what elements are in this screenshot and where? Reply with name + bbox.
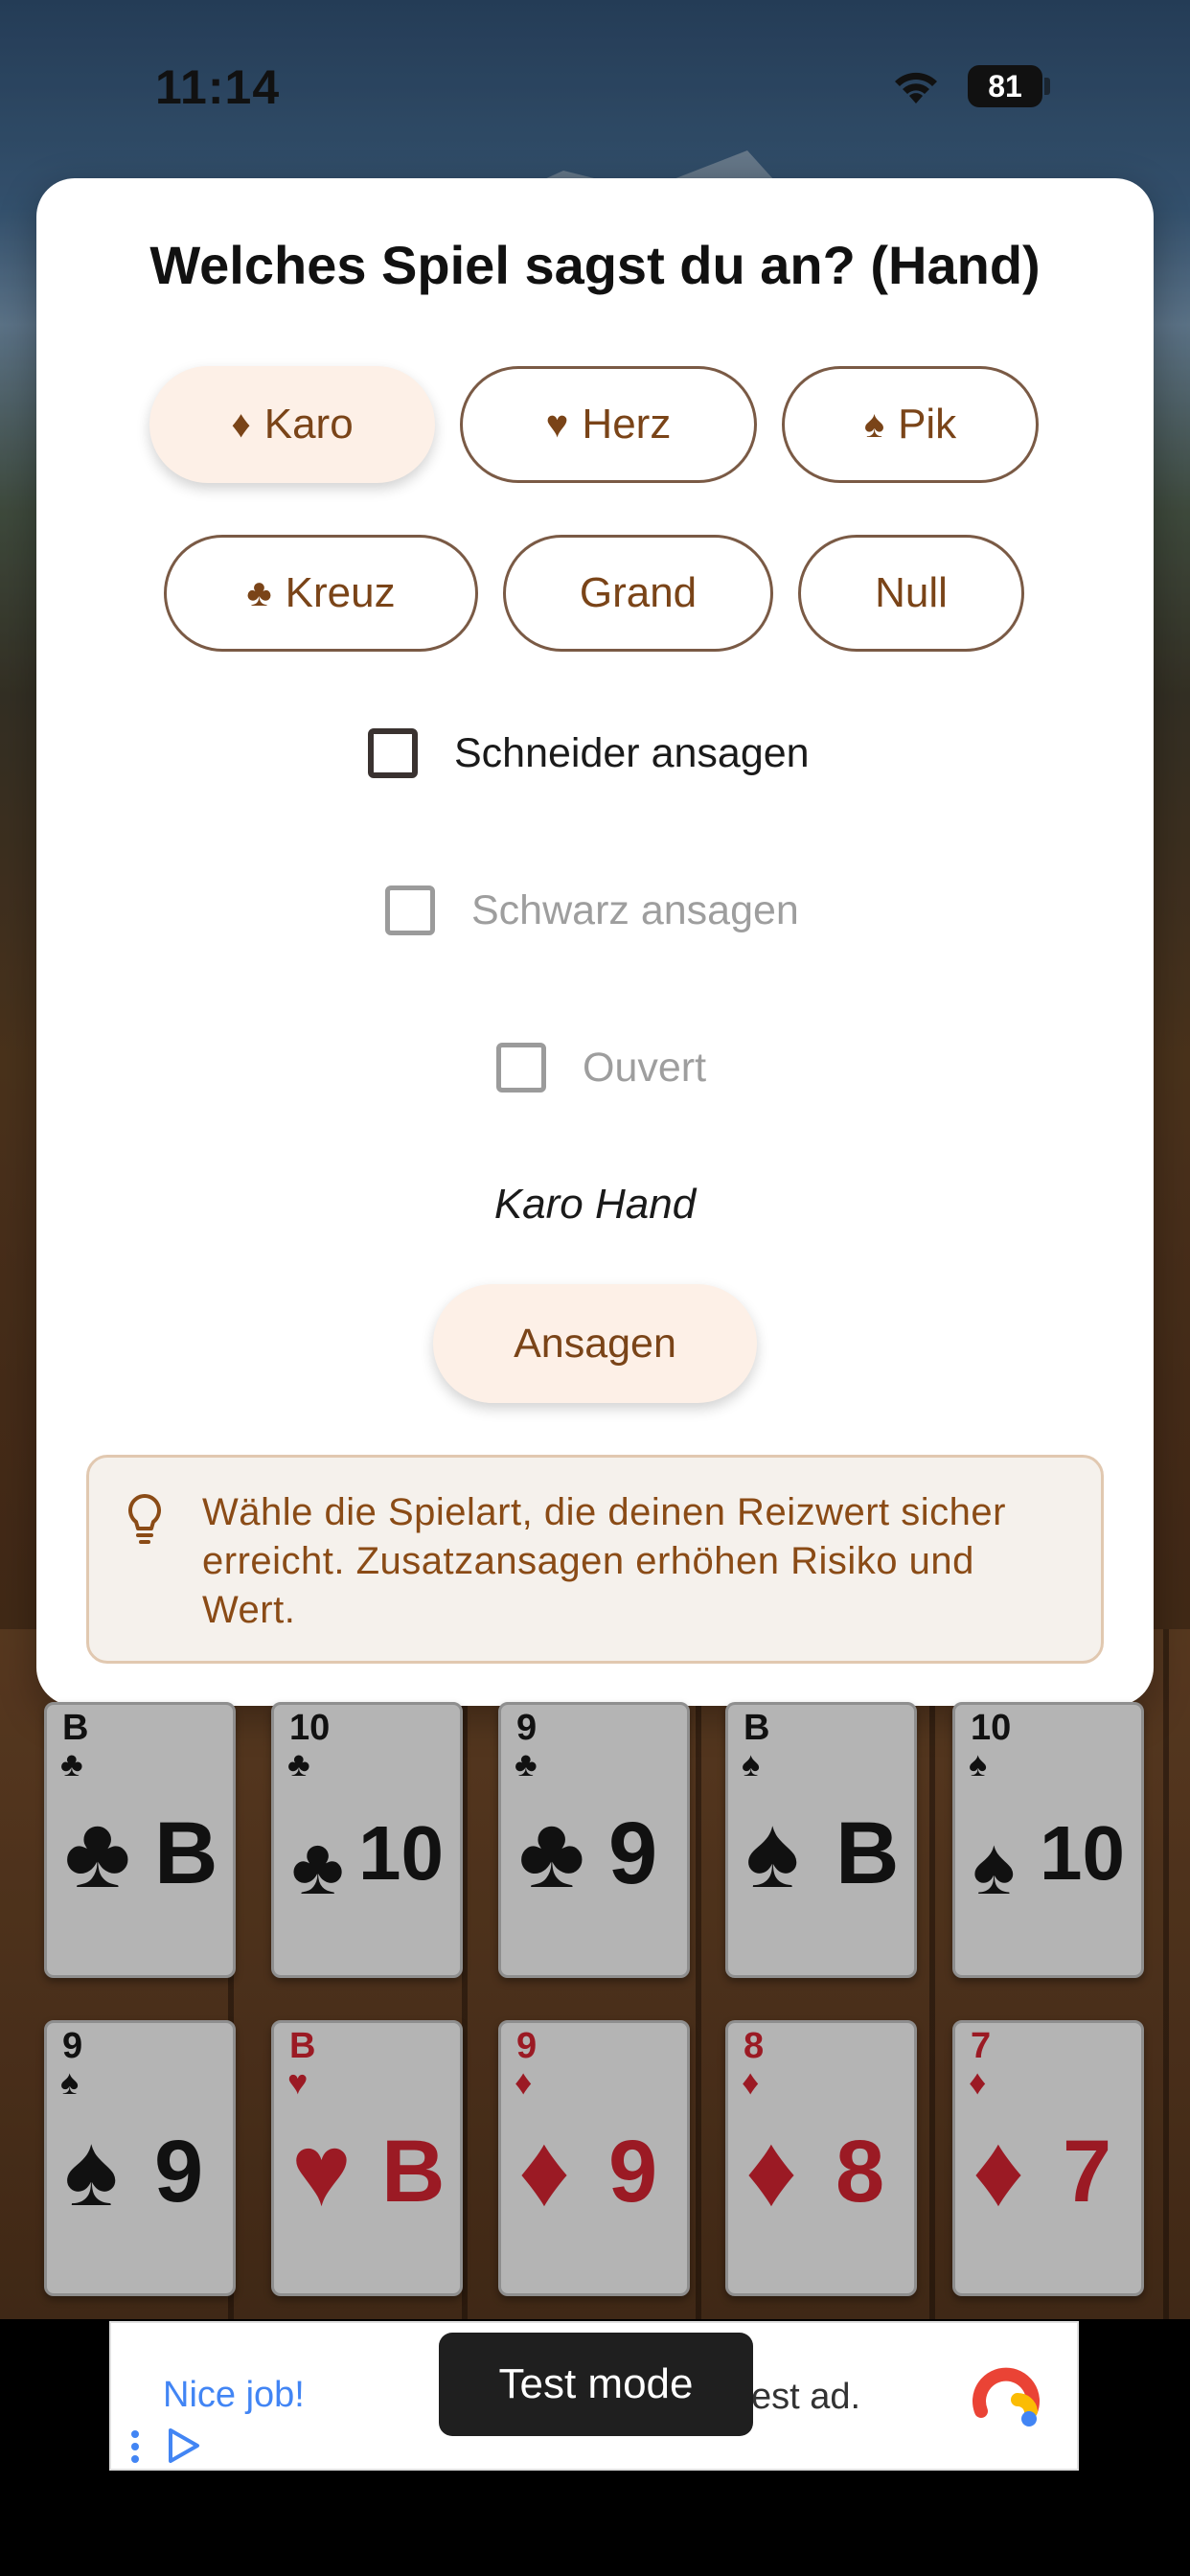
- game-announce-dialog: Welches Spiel sagst du an? (Hand) ♦ Karo…: [36, 178, 1154, 1706]
- heart-icon: ♥: [287, 2062, 309, 2102]
- card-rank: 8: [835, 2123, 885, 2220]
- card-rank: 9: [516, 1708, 538, 1748]
- spade-icon: ♠: [863, 402, 885, 446]
- hand-card[interactable]: 7 ♦ ♦ 7: [952, 2020, 1144, 2296]
- card-rank: B: [744, 1708, 770, 1748]
- hand-card[interactable]: B ♠ ♠ B: [725, 1702, 917, 1978]
- card-rank: 7: [1063, 2123, 1112, 2220]
- dialog-title: Welches Spiel sagst du an? (Hand): [149, 235, 1041, 295]
- spade-icon: ♠: [60, 2062, 80, 2102]
- diamond-icon: ♦: [969, 2062, 987, 2102]
- card-rank: B: [154, 1805, 218, 1902]
- option-label: Ouvert: [583, 1044, 707, 1091]
- spade-icon: ♠: [745, 1796, 800, 1909]
- club-icon: ♣: [246, 571, 272, 614]
- game-summary: Karo Hand: [493, 1181, 697, 1228]
- heart-icon: ♥: [545, 402, 569, 446]
- game-option-pik[interactable]: ♠ Pik: [782, 366, 1039, 483]
- announce-button[interactable]: Ansagen: [433, 1284, 757, 1403]
- card-rank: B: [835, 1805, 900, 1902]
- hint-box: Wähle die Spielart, die deinen Reizwert …: [86, 1455, 1104, 1664]
- club-icon: ♣: [518, 1796, 585, 1909]
- hand-card[interactable]: B ♥ ♥ B: [271, 2020, 463, 2296]
- card-rank: 9: [154, 2123, 204, 2220]
- card-rank: 10: [971, 1708, 1012, 1748]
- spade-icon: ♠: [973, 1821, 1016, 1911]
- card-rank: 9: [516, 2026, 538, 2066]
- game-option-kreuz[interactable]: ♣ Kreuz: [164, 535, 478, 652]
- game-option-label: Kreuz: [285, 569, 396, 616]
- hand-card[interactable]: 10 ♠ ♠ 10: [952, 1702, 1144, 1978]
- game-option-grand[interactable]: Grand: [503, 535, 773, 652]
- ad-text: est ad.: [751, 2377, 861, 2417]
- ad-headline[interactable]: Nice job!: [163, 2375, 305, 2416]
- heart-icon: ♥: [291, 2114, 352, 2227]
- club-icon: ♣: [60, 1744, 83, 1783]
- option-label: Schneider ansagen: [454, 729, 810, 776]
- game-option-label: Herz: [582, 401, 672, 448]
- card-rank: 10: [1040, 1810, 1125, 1896]
- game-option-label: Pik: [898, 401, 957, 448]
- option-ouvert[interactable]: Ouvert: [496, 1043, 706, 1092]
- ad-info-icon[interactable]: [130, 2430, 140, 2463]
- diamond-icon: ♦: [745, 2114, 798, 2227]
- hand-card[interactable]: 9 ♦ ♦ 9: [498, 2020, 690, 2296]
- hand-card[interactable]: 8 ♦ ♦ 8: [725, 2020, 917, 2296]
- game-option-label: Grand: [579, 569, 698, 616]
- card-rank: 10: [289, 1708, 331, 1748]
- club-icon: ♣: [291, 1821, 345, 1911]
- battery-cap: [1044, 78, 1050, 95]
- diamond-icon: ♦: [518, 2114, 571, 2227]
- club-icon: ♣: [64, 1796, 131, 1909]
- club-icon: ♣: [515, 1744, 538, 1783]
- card-rank: B: [289, 2026, 316, 2066]
- hand-card[interactable]: 10 ♣ ♣ 10: [271, 1702, 463, 1978]
- status-time: 11:14: [155, 60, 281, 114]
- spade-icon: ♠: [969, 1744, 988, 1783]
- diamond-icon: ♦: [973, 2114, 1025, 2227]
- hand-card[interactable]: B ♣ ♣ B: [44, 1702, 236, 1978]
- card-rank: 9: [608, 1805, 658, 1902]
- spade-icon: ♠: [64, 2114, 119, 2227]
- ouvert-checkbox[interactable]: [496, 1043, 546, 1092]
- game-option-label: Null: [875, 569, 948, 616]
- game-option-label: Karo: [263, 401, 354, 448]
- lightbulb-icon: [128, 1494, 161, 1544]
- ad-play-icon[interactable]: [165, 2426, 201, 2465]
- option-schneider[interactable]: Schneider ansagen: [368, 728, 810, 778]
- card-rank: 7: [971, 2026, 992, 2066]
- battery-indicator: 81: [968, 65, 1042, 107]
- schwarz-checkbox[interactable]: [385, 886, 435, 935]
- hand-card[interactable]: 9 ♣ ♣ 9: [498, 1702, 690, 1978]
- card-rank: B: [381, 2123, 446, 2220]
- schneider-checkbox[interactable]: [368, 728, 418, 778]
- ad-logo-icon: [973, 2367, 1040, 2426]
- game-option-null[interactable]: Null: [798, 535, 1024, 652]
- spade-icon: ♠: [742, 1744, 761, 1783]
- test-mode-toast: Test mode: [439, 2333, 753, 2436]
- diamond-icon: ♦: [231, 402, 251, 446]
- diamond-icon: ♦: [742, 2062, 760, 2102]
- club-icon: ♣: [287, 1744, 310, 1783]
- hint-text: Wähle die Spielart, die deinen Reizwert …: [202, 1491, 1006, 1631]
- option-schwarz[interactable]: Schwarz ansagen: [385, 886, 799, 935]
- wifi-icon: [895, 72, 937, 104]
- diamond-icon: ♦: [515, 2062, 533, 2102]
- hand-card[interactable]: 9 ♠ ♠ 9: [44, 2020, 236, 2296]
- card-rank: 9: [62, 2026, 83, 2066]
- game-option-karo[interactable]: ♦ Karo: [149, 366, 435, 483]
- option-label: Schwarz ansagen: [471, 886, 799, 933]
- game-option-herz[interactable]: ♥ Herz: [460, 366, 757, 483]
- card-rank: 9: [608, 2123, 658, 2220]
- card-rank: 8: [744, 2026, 765, 2066]
- card-rank: B: [62, 1708, 89, 1748]
- card-rank: 10: [358, 1810, 444, 1896]
